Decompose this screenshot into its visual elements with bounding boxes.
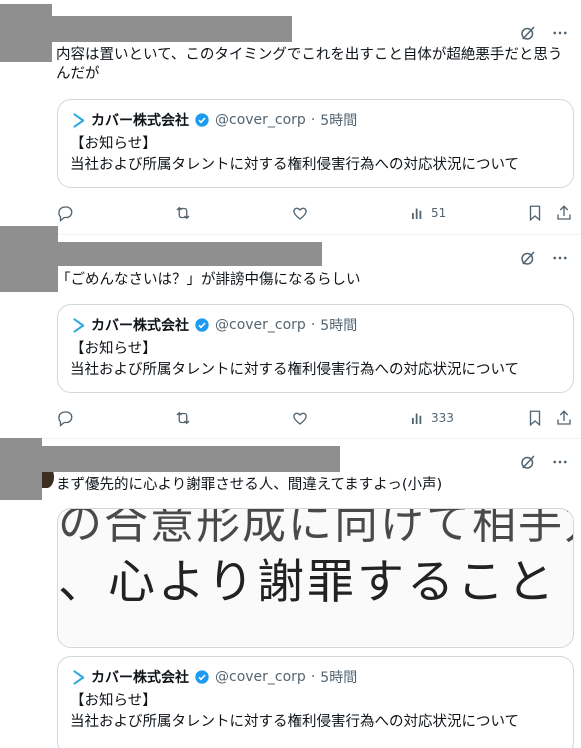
divider	[0, 234, 581, 235]
quote-handle: @cover_corp	[215, 317, 306, 333]
quote-line-2: 当社および所属タレントに対する権利侵害行為への対応状況について	[70, 157, 520, 173]
redacted-avatar	[0, 4, 52, 62]
quote-dot: ·	[310, 669, 316, 685]
quote-author-name[interactable]: カバー株式会社	[91, 667, 189, 687]
bookmark-button[interactable]	[526, 409, 544, 427]
share-button[interactable]	[555, 409, 573, 427]
quote-author-name[interactable]: カバー株式会社	[91, 315, 189, 335]
reply-icon	[58, 206, 73, 222]
quote-line-2: 当社および所属タレントに対する権利侵害行為への対応状況について	[70, 362, 520, 378]
bookmark-icon	[529, 205, 541, 222]
share-icon	[557, 205, 571, 220]
redacted-username	[52, 16, 292, 42]
quote-handle: @cover_corp	[215, 669, 306, 685]
redacted-username	[54, 242, 322, 266]
bookmark-button[interactable]	[526, 204, 544, 222]
quote-handle: @cover_corp	[215, 112, 306, 128]
post-text: まず優先的に心より謝罪させる人、間違えてますよっ(小声)	[56, 477, 443, 493]
heart-icon	[293, 412, 307, 425]
quote-author-name[interactable]: カバー株式会社	[91, 110, 189, 130]
views-icon	[412, 208, 422, 219]
image-text-main: 、心より謝罪すること	[58, 555, 558, 610]
quote-line-1: 【お知らせ】	[70, 693, 157, 709]
quote-dot: ·	[310, 112, 316, 128]
post-text: 「ごめんなさいは？」が誹謗中傷になるらしい	[56, 272, 361, 288]
more-icon[interactable]	[551, 24, 569, 42]
reply-button[interactable]	[56, 409, 74, 427]
verified-badge-icon	[194, 112, 210, 128]
retweet-button[interactable]	[174, 409, 192, 427]
divider	[0, 438, 581, 439]
quote-line-2: 当社および所属タレントに対する権利侵害行為への対応状況について	[70, 714, 520, 730]
views-button[interactable]: 51	[409, 204, 446, 222]
post-text: 内容は置いといて、このタイミングでこれを出すこと自体が超絶悪手だと思うんだが	[56, 47, 563, 82]
post-top-actions	[519, 249, 569, 267]
quote-header: カバー株式会社 @cover_corp · 5時間	[70, 315, 561, 335]
timeline: 内容は置いといて、このタイミングでこれを出すこと自体が超絶悪手だと思うんだが カ…	[0, 0, 581, 748]
quoted-post[interactable]: カバー株式会社 @cover_corp · 5時間 【お知らせ】 当社および所属…	[57, 99, 574, 188]
views-button[interactable]: 333	[409, 409, 454, 427]
share-icon	[557, 410, 571, 425]
like-button[interactable]	[291, 204, 309, 222]
quote-time[interactable]: 5時間	[320, 667, 357, 687]
action-bar: 51	[56, 203, 574, 223]
reply-button[interactable]	[56, 204, 74, 222]
grok-icon[interactable]	[519, 249, 537, 267]
post-top-actions	[519, 453, 569, 471]
like-button[interactable]	[291, 409, 309, 427]
verified-badge-icon	[194, 317, 210, 333]
bookmark-icon	[529, 410, 541, 427]
share-button[interactable]	[555, 204, 573, 222]
redacted-username	[40, 446, 340, 472]
retweet-icon	[176, 411, 190, 425]
cover-logo-icon	[70, 316, 86, 334]
attached-image[interactable]: の合意形成に向けて相手方 、心より謝罪すること	[57, 508, 574, 648]
cover-logo-icon	[70, 111, 86, 129]
quote-header: カバー株式会社 @cover_corp · 5時間	[70, 667, 561, 687]
verified-badge-icon	[194, 669, 210, 685]
retweet-button[interactable]	[174, 204, 192, 222]
quoted-post[interactable]: カバー株式会社 @cover_corp · 5時間 【お知らせ】 当社および所属…	[57, 656, 574, 748]
redacted-avatar	[0, 438, 42, 500]
heart-icon	[293, 207, 307, 220]
quote-line-1: 【お知らせ】	[70, 136, 157, 152]
more-icon[interactable]	[551, 453, 569, 471]
quote-time[interactable]: 5時間	[320, 110, 357, 130]
quoted-post[interactable]: カバー株式会社 @cover_corp · 5時間 【お知らせ】 当社および所属…	[57, 304, 574, 393]
action-bar: 333	[56, 408, 574, 428]
post-top-actions	[519, 24, 569, 42]
redacted-avatar	[0, 226, 58, 292]
quote-header: カバー株式会社 @cover_corp · 5時間	[70, 110, 561, 130]
cover-logo-icon	[70, 668, 86, 686]
more-icon[interactable]	[551, 249, 569, 267]
grok-icon[interactable]	[519, 453, 537, 471]
quote-dot: ·	[310, 317, 316, 333]
retweet-icon	[176, 206, 190, 220]
views-count: 51	[431, 206, 447, 220]
grok-icon[interactable]	[519, 24, 537, 42]
quote-time[interactable]: 5時間	[320, 315, 357, 335]
views-icon	[412, 413, 422, 424]
quote-line-1: 【お知らせ】	[70, 341, 157, 357]
reply-icon	[58, 411, 73, 427]
views-count: 333	[431, 411, 454, 425]
